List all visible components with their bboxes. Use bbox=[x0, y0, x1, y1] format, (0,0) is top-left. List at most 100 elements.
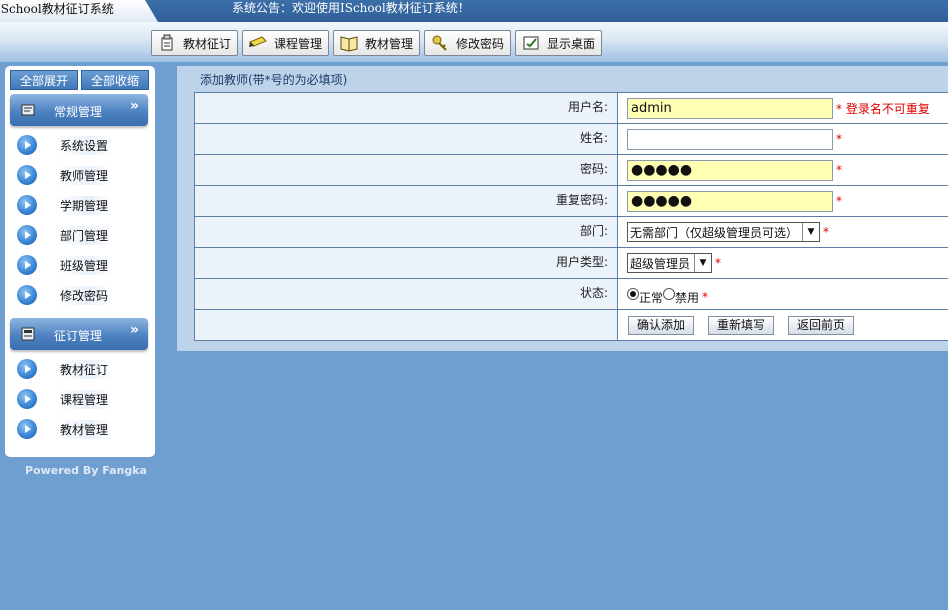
status-disabled-label: 禁用 bbox=[675, 290, 700, 305]
nav-textbook-order-button[interactable]: 教材征订 bbox=[151, 30, 239, 56]
sidebar-item-label: 部门管理 bbox=[56, 225, 113, 245]
sidebar-item-textbook-manage[interactable]: 教材管理 bbox=[17, 418, 145, 440]
repeat-password-field[interactable]: ●●●●● bbox=[627, 190, 833, 212]
nav-label: 显示桌面 bbox=[547, 36, 596, 51]
sidebar-item-label: 教材征订 bbox=[56, 359, 113, 379]
key-icon bbox=[432, 35, 447, 51]
play-icon bbox=[17, 419, 37, 439]
required-mark: * bbox=[715, 256, 722, 270]
group-title: 常规管理 bbox=[54, 105, 103, 119]
nav-show-desktop-button[interactable]: 显示桌面 bbox=[515, 30, 603, 56]
announcement: 系统公告：欢迎使用ISchool教材征订系统！ bbox=[232, 1, 470, 15]
sidebar-item-label: 课程管理 bbox=[56, 389, 113, 409]
nav-label: 修改密码 bbox=[456, 36, 505, 51]
play-icon bbox=[17, 255, 37, 275]
field-label: 密码: bbox=[195, 155, 618, 185]
expand-all-button[interactable]: 全部展开 bbox=[10, 70, 78, 90]
required-mark: * bbox=[836, 163, 842, 177]
nav-change-password-button[interactable]: 修改密码 bbox=[424, 30, 512, 56]
password-field[interactable]: ●●●●● bbox=[627, 159, 833, 181]
chevron-double-right-icon: » bbox=[129, 98, 139, 114]
play-icon bbox=[17, 285, 37, 305]
status-normal-radio[interactable] bbox=[627, 288, 639, 300]
form-row-user-type: 用户类型: 超级管理员 ▼ * bbox=[195, 248, 948, 279]
sidebar-item-label: 系统设置 bbox=[56, 135, 113, 155]
group-title: 征订管理 bbox=[54, 329, 103, 343]
play-icon bbox=[17, 165, 37, 185]
gear-tools-icon bbox=[21, 104, 35, 116]
powered-by: Powered By Fangka bbox=[25, 464, 147, 477]
play-icon bbox=[17, 359, 37, 379]
collapse-all-button[interactable]: 全部收缩 bbox=[81, 70, 149, 90]
form-row-username: 用户名: * 登录名不可重复 bbox=[195, 93, 948, 124]
sidebar-item-label: 班级管理 bbox=[56, 255, 113, 275]
chevron-down-icon: ▼ bbox=[802, 223, 819, 241]
required-mark: * bbox=[836, 194, 842, 208]
sidebar-item-change-password[interactable]: 修改密码 bbox=[17, 284, 145, 306]
page-title: 添加教师(带*号的为必填项) bbox=[200, 73, 348, 87]
chevron-double-right-icon: » bbox=[129, 322, 139, 338]
calculator-icon bbox=[21, 327, 35, 341]
department-select[interactable]: 无需部门（仅超级管理员可选） ▼ bbox=[627, 222, 821, 242]
textbook-order-icon bbox=[161, 34, 173, 51]
main-panel: 添加教师(带*号的为必填项) 用户名: * 登录名不可重复 姓名: * 密码: … bbox=[177, 66, 948, 351]
sidebar-item-label: 教材管理 bbox=[56, 419, 113, 439]
nav-label: 课程管理 bbox=[274, 36, 323, 51]
play-icon bbox=[17, 225, 37, 245]
status-normal-label: 正常 bbox=[639, 290, 664, 305]
book-icon bbox=[340, 36, 358, 52]
form-row-password: 密码: ●●●●● * bbox=[195, 155, 948, 186]
play-icon bbox=[17, 135, 37, 155]
user-type-select[interactable]: 超级管理员 ▼ bbox=[627, 253, 713, 273]
confirm-add-button[interactable]: 确认添加 bbox=[628, 315, 695, 335]
username-field[interactable] bbox=[627, 97, 833, 119]
field-label: 用户名: bbox=[195, 93, 618, 123]
status-disabled-radio[interactable] bbox=[663, 288, 676, 300]
required-mark: * bbox=[823, 225, 830, 239]
sidebar-item-textbook-order[interactable]: 教材征订 bbox=[17, 358, 145, 380]
required-mark: * bbox=[836, 132, 842, 146]
field-label: 重复密码: bbox=[195, 186, 618, 216]
department-selected: 无需部门（仅超级管理员可选） bbox=[630, 225, 799, 240]
toolbar: 教材征订 课程管理 教材管理 修改密码 显示桌面 bbox=[0, 22, 948, 62]
sidebar-item-label: 教师管理 bbox=[56, 165, 113, 185]
actions-label-cell bbox=[195, 310, 618, 340]
sidebar-item-course-manage[interactable]: 课程管理 bbox=[17, 388, 145, 410]
form-row-department: 部门: 无需部门（仅超级管理员可选） ▼ * bbox=[195, 217, 948, 248]
form-row-actions: 确认添加 重新填写 返回前页 bbox=[195, 310, 948, 341]
sidebar-item-department-manage[interactable]: 部门管理 bbox=[17, 224, 145, 246]
nav-textbook-manage-button[interactable]: 教材管理 bbox=[333, 30, 421, 56]
nav-course-manage-button[interactable]: 课程管理 bbox=[242, 30, 330, 56]
field-label: 姓名: bbox=[195, 124, 618, 154]
required-mark: * bbox=[702, 290, 709, 304]
group-header-general[interactable]: 常规管理 » bbox=[10, 94, 148, 126]
username-note: * 登录名不可重复 bbox=[836, 101, 930, 116]
field-label: 状态: bbox=[195, 279, 618, 309]
sidebar-item-system-settings[interactable]: 系统设置 bbox=[17, 134, 145, 156]
play-icon bbox=[17, 195, 37, 215]
nav-label: 教材征订 bbox=[183, 36, 232, 51]
chevron-down-icon: ▼ bbox=[694, 254, 711, 272]
top-bar: ISchool教材征订系统 系统公告：欢迎使用ISchool教材征订系统！ bbox=[0, 0, 948, 22]
nav-label: 教材管理 bbox=[365, 36, 414, 51]
play-icon bbox=[17, 389, 37, 409]
back-button[interactable]: 返回前页 bbox=[788, 315, 855, 335]
form-row-name: 姓名: * bbox=[195, 124, 948, 155]
pencil-icon bbox=[249, 36, 267, 47]
sidebar: 全部展开 全部收缩 常规管理 » 系统设置 教师管理 学期管理 部门管理 班级管… bbox=[5, 66, 155, 457]
reset-button[interactable]: 重新填写 bbox=[708, 315, 775, 335]
sidebar-item-teacher-manage[interactable]: 教师管理 bbox=[17, 164, 145, 186]
sidebar-item-class-manage[interactable]: 班级管理 bbox=[17, 254, 145, 276]
name-field[interactable] bbox=[627, 128, 833, 150]
sidebar-item-label: 修改密码 bbox=[56, 285, 113, 305]
add-teacher-form: 用户名: * 登录名不可重复 姓名: * 密码: ●●●●● * 重复密码: ●… bbox=[194, 92, 948, 341]
sidebar-item-label: 学期管理 bbox=[56, 195, 113, 215]
user-type-selected: 超级管理员 bbox=[630, 256, 691, 271]
sidebar-item-term-manage[interactable]: 学期管理 bbox=[17, 194, 145, 216]
app-title: ISchool教材征订系统 bbox=[0, 0, 158, 22]
group-header-ordering[interactable]: 征订管理 » bbox=[10, 318, 148, 350]
desktop-icon bbox=[523, 36, 539, 50]
form-row-status: 状态: 正常 禁用 * bbox=[195, 279, 948, 310]
field-label: 部门: bbox=[195, 217, 618, 247]
field-label: 用户类型: bbox=[195, 248, 618, 278]
